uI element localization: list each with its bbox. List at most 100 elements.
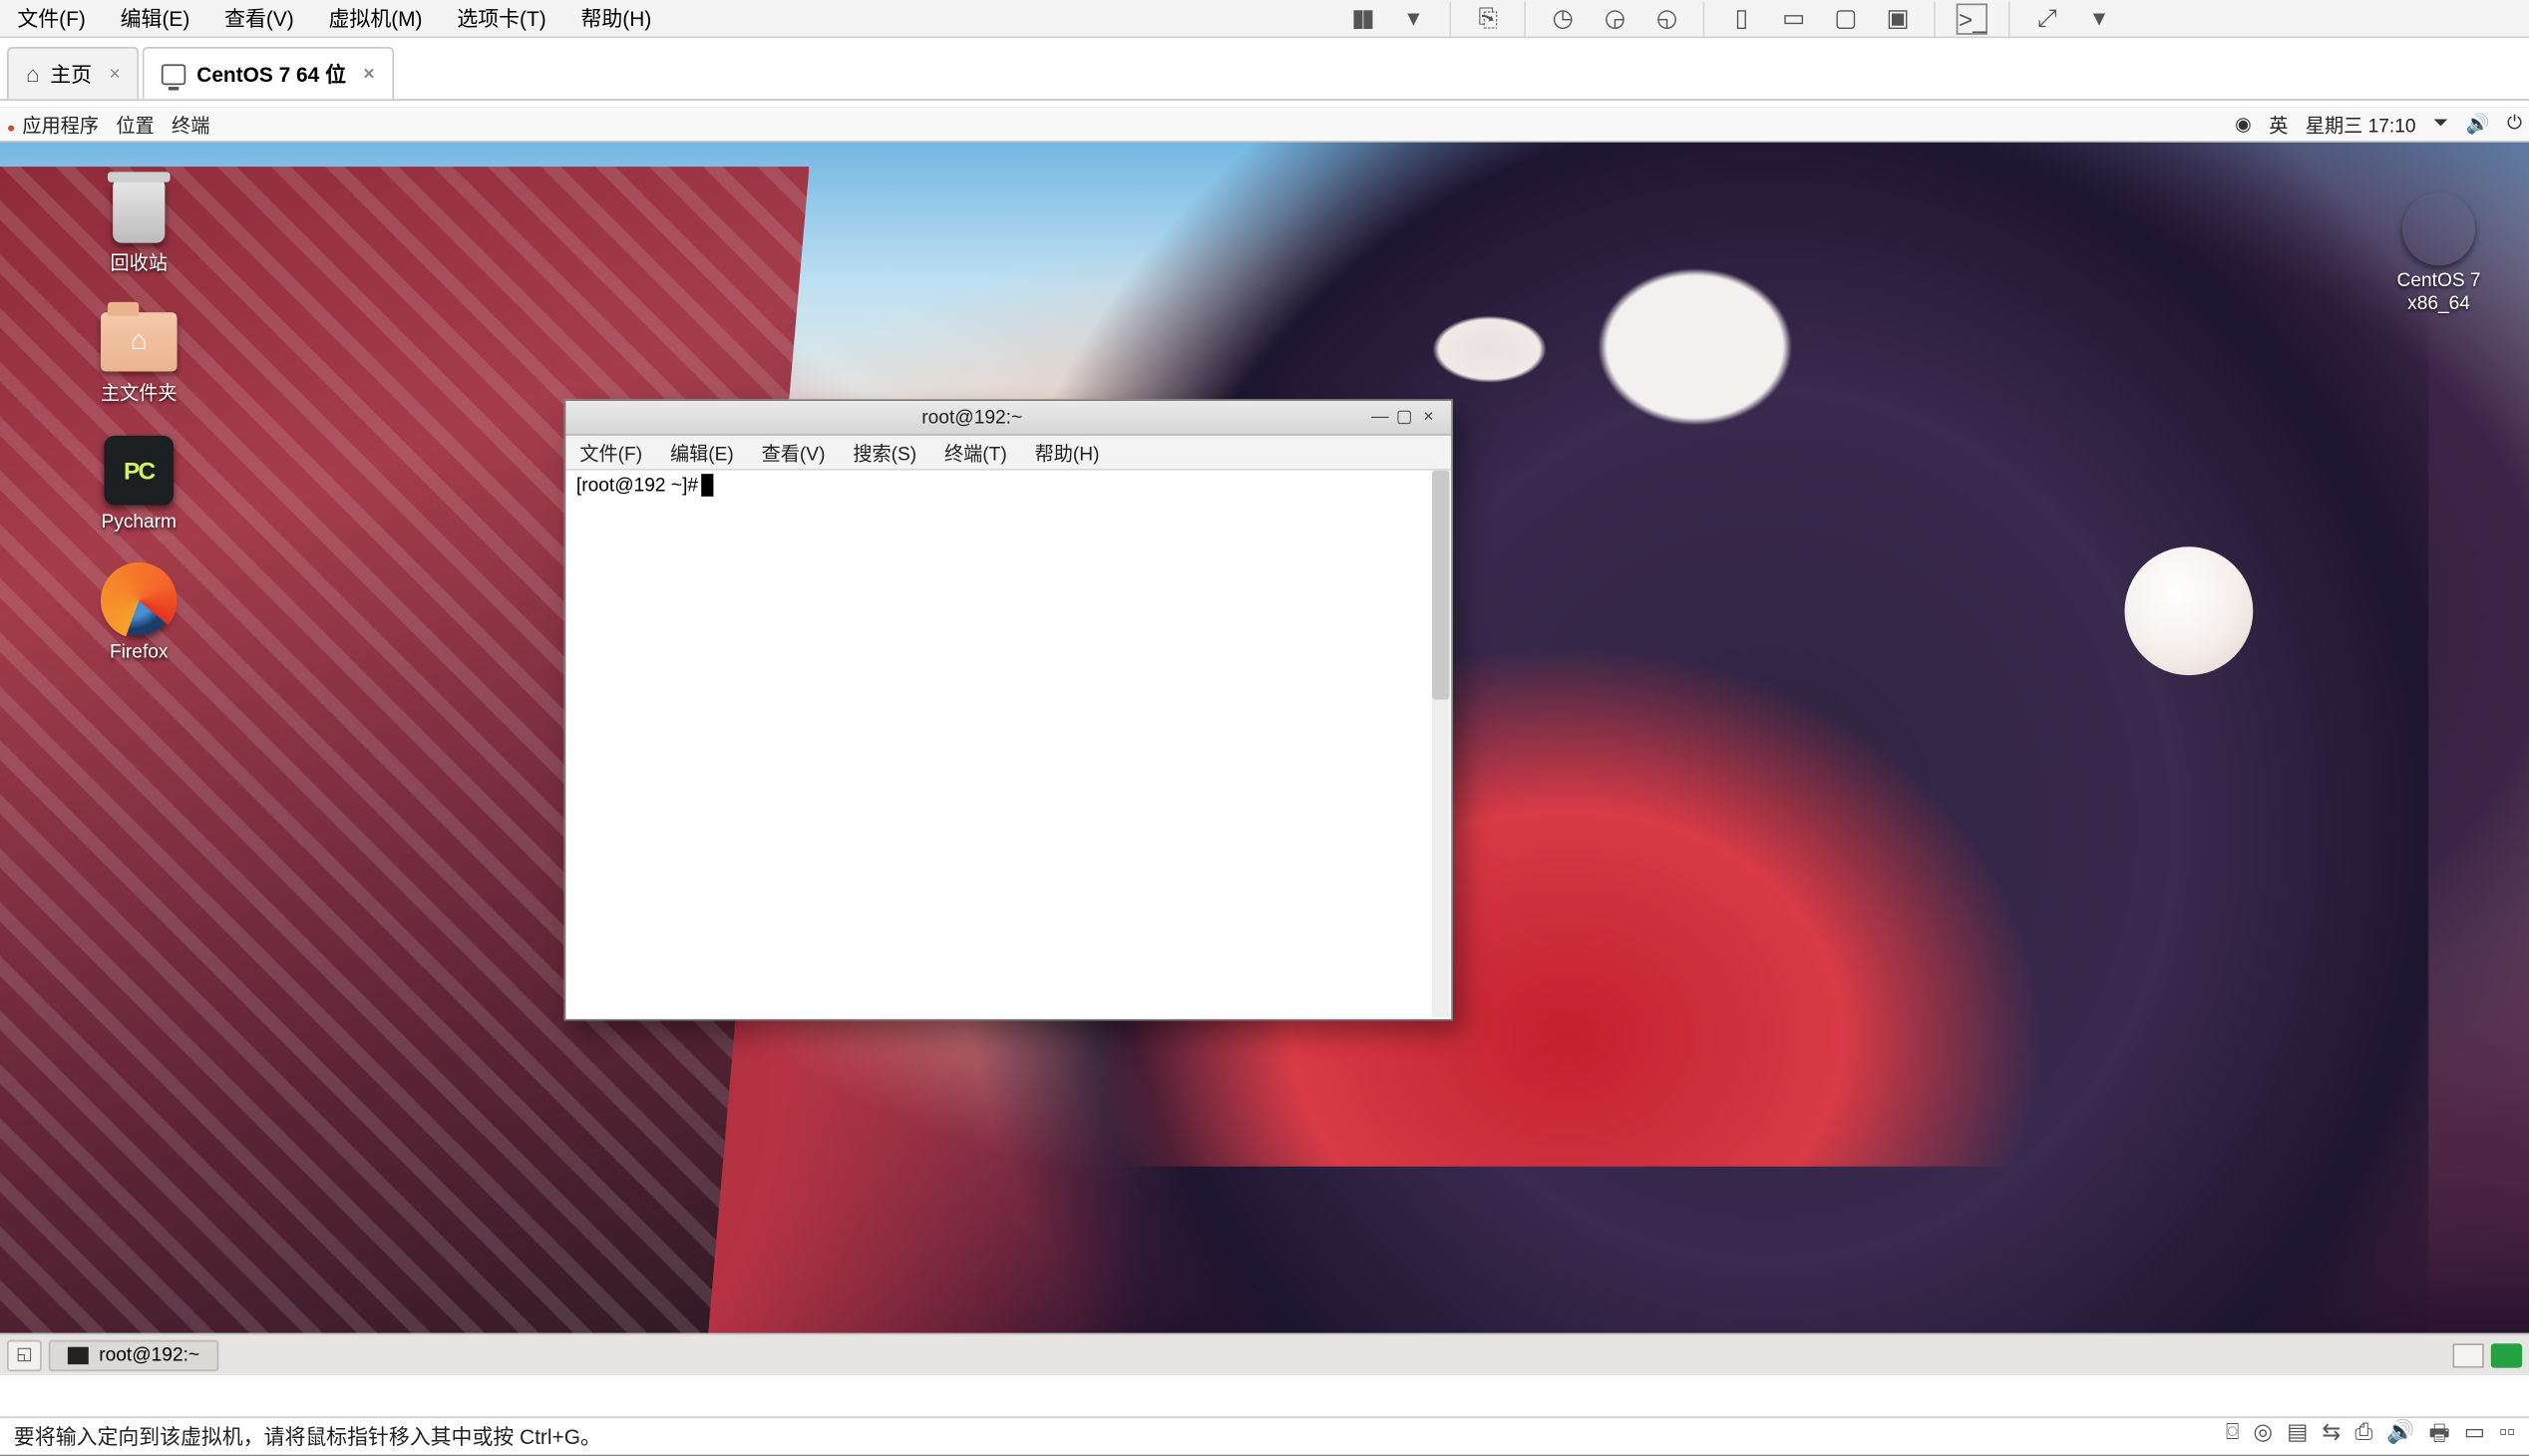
- home-icon: ⌂: [26, 61, 40, 87]
- desktop-icon-home[interactable]: ⌂ 主文件夹: [77, 306, 201, 405]
- term-menu-search[interactable]: 搜索(S): [839, 439, 930, 467]
- desktop-wallpaper[interactable]: 回收站 ⌂ 主文件夹 PC Pycharm Firefox: [0, 143, 2529, 1333]
- power-icon[interactable]: ⏻: [2507, 113, 2522, 136]
- desktop-icons-right: CentOS 7 x86_64: [2376, 194, 2501, 315]
- layout-icon[interactable]: ▭: [1778, 3, 1809, 34]
- desktop-icon-trash[interactable]: 回收站: [77, 178, 201, 276]
- scrollbar-thumb[interactable]: [1432, 471, 1449, 700]
- terminal-title: root@192:~: [576, 407, 1368, 428]
- layout-icon[interactable]: ▢: [1830, 3, 1861, 34]
- close-icon[interactable]: ×: [363, 64, 374, 85]
- show-desktop-button[interactable]: ◱: [7, 1339, 42, 1370]
- device-usb-icon[interactable]: ⎙: [2354, 1417, 2372, 1455]
- accessibility-icon[interactable]: ◉: [2235, 113, 2252, 136]
- desktop-icon-disc[interactable]: CentOS 7 x86_64: [2376, 194, 2501, 315]
- minimize-icon[interactable]: —: [1368, 408, 1392, 427]
- maximize-icon[interactable]: ▢: [1392, 408, 1416, 427]
- term-menu-edit[interactable]: 编辑(E): [656, 439, 748, 467]
- toolbar-separator: [2008, 1, 2010, 36]
- layout-icon[interactable]: ▣: [1882, 3, 1913, 34]
- terminal-body[interactable]: [root@192 ~]#: [565, 471, 1451, 1019]
- guest-display[interactable]: 应用程序 位置 终端 ◉ 英 星期三 17:10 ⏷ 🔊 ⏻: [0, 108, 2529, 1375]
- menu-file[interactable]: 文件(F): [0, 0, 103, 37]
- fullscreen-icon[interactable]: ⤢: [2031, 3, 2062, 34]
- pause-icon[interactable]: ▮▮: [1346, 3, 1377, 34]
- desktop-icon-firefox[interactable]: Firefox: [77, 565, 201, 664]
- device-more-icon[interactable]: ▫▫: [2499, 1417, 2515, 1455]
- workspace-switcher[interactable]: [2452, 1342, 2483, 1366]
- term-menu-file[interactable]: 文件(F): [565, 439, 656, 467]
- tray-indicator[interactable]: [2491, 1342, 2522, 1366]
- folder-icon: ⌂: [101, 312, 178, 371]
- terminal-scrollbar[interactable]: [1432, 471, 1449, 1017]
- menu-help[interactable]: 帮助(H): [563, 0, 669, 37]
- toolbar-dropdown-icon[interactable]: ▾: [2083, 3, 2114, 34]
- pycharm-icon: PC: [104, 436, 174, 506]
- device-display-icon[interactable]: ▭: [2464, 1417, 2485, 1455]
- device-sound-icon[interactable]: 🔊: [2386, 1417, 2414, 1455]
- desktop-icon-label: 回收站: [111, 253, 168, 275]
- device-printer-icon[interactable]: 🖶: [2428, 1417, 2449, 1455]
- desktop-icons-left: 回收站 ⌂ 主文件夹 PC Pycharm Firefox: [77, 178, 201, 664]
- terminal-titlebar[interactable]: root@192:~ — ▢ ×: [565, 401, 1451, 436]
- tab-home-label: 主页: [50, 59, 92, 89]
- toolbar-separator: [1935, 1, 1937, 36]
- close-icon[interactable]: ×: [1416, 408, 1440, 427]
- menu-vm[interactable]: 虚拟机(M): [311, 0, 440, 37]
- firefox-icon: [104, 565, 174, 635]
- device-floppy-icon[interactable]: ▤: [2287, 1417, 2308, 1455]
- desktop-icon-label: Firefox: [110, 642, 169, 664]
- vmware-menubar: 文件(F) 编辑(E) 查看(V) 虚拟机(M) 选项卡(T) 帮助(H) ▮▮…: [0, 0, 2529, 38]
- console-icon[interactable]: >_: [1957, 3, 1987, 34]
- ime-indicator[interactable]: 英: [2269, 111, 2288, 139]
- terminal-icon: [68, 1346, 89, 1363]
- taskbar-task-terminal[interactable]: root@192:~: [49, 1339, 219, 1370]
- gnome-top-panel: 应用程序 位置 终端 ◉ 英 星期三 17:10 ⏷ 🔊 ⏻: [0, 108, 2529, 143]
- vmware-status-bar: 要将输入定向到该虚拟机，请将鼠标指针移入其中或按 Ctrl+G。 ⌼ ◎ ▤ ⇆…: [0, 1416, 2529, 1454]
- panel-applications[interactable]: 应用程序: [7, 111, 99, 139]
- snapshot-manage-icon[interactable]: ◵: [1651, 3, 1682, 34]
- toolbar-dropdown-icon[interactable]: ▾: [1398, 3, 1429, 34]
- term-menu-help[interactable]: 帮助(H): [1021, 439, 1114, 467]
- cursor-icon: [702, 474, 714, 497]
- term-menu-terminal[interactable]: 终端(T): [930, 439, 1021, 467]
- menu-tabs[interactable]: 选项卡(T): [440, 0, 563, 37]
- send-ctrl-alt-del-icon[interactable]: ⎘: [1473, 3, 1504, 34]
- home-icon: ⌂: [101, 312, 178, 371]
- taskbar-task-label: root@192:~: [99, 1344, 199, 1365]
- desktop-icon-label: Pycharm: [101, 513, 177, 535]
- panel-datetime[interactable]: 星期三 17:10: [2306, 111, 2416, 139]
- close-icon[interactable]: ×: [109, 64, 120, 85]
- volume-icon[interactable]: 🔊: [2466, 113, 2490, 136]
- toolbar-separator: [1703, 1, 1705, 36]
- tab-home[interactable]: ⌂ 主页 ×: [7, 47, 140, 99]
- panel-terminal[interactable]: 终端: [172, 111, 209, 139]
- menu-edit[interactable]: 编辑(E): [103, 0, 206, 37]
- toolbar-separator: [1525, 1, 1527, 36]
- vmware-device-tray: ⌼ ◎ ▤ ⇆ ⎙ 🔊 🖶 ▭ ▫▫: [2226, 1417, 2515, 1455]
- desktop-icon-label: CentOS 7 x86_64: [2376, 271, 2501, 315]
- vmware-toolbar: ▮▮ ▾ ⎘ ◷ ◶ ◵ ▯ ▭ ▢ ▣ >_ ⤢ ▾: [669, 10, 2115, 27]
- tab-vm[interactable]: CentOS 7 64 位 ×: [143, 47, 393, 99]
- device-network-icon[interactable]: ⇆: [2322, 1417, 2341, 1455]
- disc-icon: [2402, 192, 2475, 265]
- layout-icon[interactable]: ▯: [1726, 3, 1757, 34]
- desktop-icon-label: 主文件夹: [101, 383, 178, 405]
- terminal-window[interactable]: root@192:~ — ▢ × 文件(F) 编辑(E) 查看(V) 搜索(S)…: [564, 399, 1453, 1020]
- network-icon[interactable]: ⏷: [2433, 113, 2448, 136]
- device-cd-icon[interactable]: ◎: [2253, 1417, 2273, 1455]
- panel-places[interactable]: 位置: [116, 111, 154, 139]
- monitor-icon: [162, 64, 185, 85]
- tab-vm-label: CentOS 7 64 位: [196, 59, 346, 89]
- snapshot-icon[interactable]: ◷: [1547, 3, 1578, 34]
- gnome-taskbar: ◱ root@192:~: [0, 1333, 2529, 1375]
- desktop-icon-pycharm[interactable]: PC Pycharm: [77, 436, 201, 535]
- terminal-prompt: [root@192 ~]#: [576, 476, 698, 497]
- toolbar-separator: [1450, 1, 1452, 36]
- snapshot-revert-icon[interactable]: ◶: [1600, 3, 1630, 34]
- term-menu-view[interactable]: 查看(V): [748, 439, 840, 467]
- menu-view[interactable]: 查看(V): [207, 0, 311, 37]
- trash-icon: [113, 181, 165, 243]
- status-text: 要将输入定向到该虚拟机，请将鼠标指针移入其中或按 Ctrl+G。: [14, 1422, 601, 1452]
- device-disk-icon[interactable]: ⌼: [2226, 1417, 2240, 1455]
